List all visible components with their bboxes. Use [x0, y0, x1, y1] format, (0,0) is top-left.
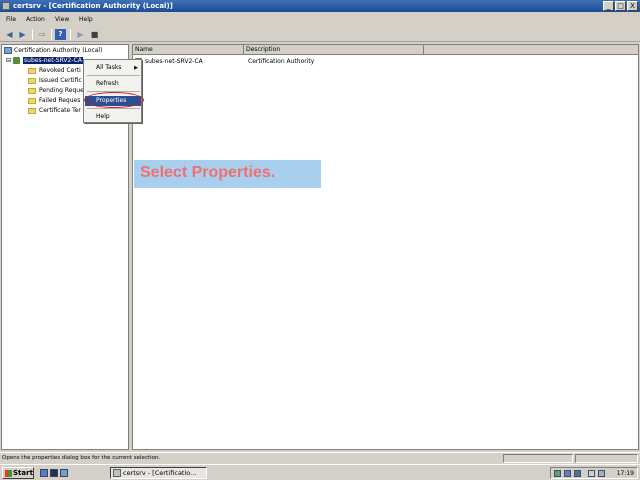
maximize-button[interactable]: □ — [615, 1, 626, 11]
menu-help[interactable]: Help — [79, 16, 93, 24]
export-list-icon[interactable]: ⇨ — [37, 29, 48, 40]
tree-item-root[interactable]: Certification Authority (Local) — [4, 46, 102, 56]
list-item[interactable]: subes-net-SRV2-CA — [135, 57, 203, 67]
context-item-all-tasks[interactable]: All Tasks ▶ — [85, 63, 141, 73]
expand-minus-icon[interactable]: ⊟ — [6, 57, 11, 64]
column-header-description[interactable]: Description — [244, 45, 424, 55]
show-desktop-icon[interactable] — [60, 469, 68, 477]
title-bar: certsrv - [Certification Authority (Loca… — [0, 0, 640, 12]
instruction-text: Select Properties. — [140, 164, 276, 181]
start-button[interactable]: Start — [2, 467, 34, 479]
status-bar: Opens the properties dialog box for the … — [0, 452, 640, 463]
tree-item-failed[interactable]: Failed Reques — [28, 96, 80, 106]
context-item-help[interactable]: Help — [85, 112, 141, 122]
highlight-ring — [84, 92, 144, 108]
ca-server-icon — [13, 57, 21, 64]
tree-item-ca[interactable]: ⊟ subes-net-SRV2-CA — [6, 56, 83, 66]
column-header-filler — [424, 45, 638, 55]
taskbar: Start certsrv - [Certificatio... 17:19 — [0, 464, 640, 480]
toolbar-separator — [51, 29, 52, 40]
tray-icon[interactable] — [588, 470, 595, 477]
minimize-button[interactable]: _ — [603, 1, 614, 11]
list-item-description: Certification Authority — [248, 58, 315, 65]
certification-authority-icon — [4, 47, 12, 54]
toolbar-separator — [32, 29, 33, 40]
submenu-arrow-icon: ▶ — [134, 65, 138, 71]
close-button[interactable]: X — [627, 1, 638, 11]
column-header-name[interactable]: Name — [133, 45, 244, 55]
menu-view[interactable]: View — [55, 16, 69, 24]
details-list: Name Description subes-net-SRV2-CA Certi… — [132, 44, 639, 450]
forward-arrow-icon[interactable]: ▶ — [17, 29, 28, 40]
system-tray: 17:19 — [550, 467, 638, 479]
status-text: Opens the properties dialog box for the … — [2, 455, 161, 461]
display-icon[interactable] — [574, 470, 581, 477]
monitor-icon[interactable] — [564, 470, 571, 477]
folder-icon — [28, 87, 36, 94]
tree-item-templates[interactable]: Certificate Ter — [28, 106, 81, 116]
menu-file[interactable]: File — [6, 16, 16, 24]
menu-bar: File Action View Help — [0, 14, 640, 26]
status-panel — [575, 454, 638, 463]
windows-logo-icon — [5, 470, 12, 477]
app-icon — [113, 469, 121, 477]
folder-icon — [28, 67, 36, 74]
instruction-callout: Select Properties. — [134, 160, 321, 188]
powershell-icon[interactable] — [50, 469, 58, 477]
menu-separator — [87, 108, 140, 109]
menu-action[interactable]: Action — [26, 16, 45, 24]
toolbar-separator — [70, 29, 71, 40]
folder-icon — [28, 97, 36, 104]
tree-item-revoked[interactable]: Revoked Certi — [28, 66, 81, 76]
tree-item-pending[interactable]: Pending Reque — [28, 86, 84, 96]
window-title: certsrv - [Certification Authority (Loca… — [13, 2, 173, 10]
context-item-refresh[interactable]: Refresh — [85, 79, 141, 89]
window-controls: _ □ X — [603, 1, 638, 11]
back-arrow-icon[interactable]: ◀ — [4, 29, 15, 40]
clock: 17:19 — [616, 470, 634, 477]
folder-icon — [28, 107, 36, 114]
tree-item-issued[interactable]: Issued Certific — [28, 76, 82, 86]
status-panel — [503, 454, 573, 463]
stop-service-icon[interactable]: ■ — [89, 29, 100, 40]
volume-icon[interactable] — [598, 470, 605, 477]
start-service-icon[interactable]: ▶ — [75, 29, 86, 40]
context-menu: All Tasks ▶ Refresh Properties Help — [83, 59, 142, 123]
menu-separator — [87, 75, 140, 76]
help-icon[interactable]: ? — [55, 29, 66, 40]
server-manager-icon[interactable] — [40, 469, 48, 477]
app-icon — [2, 2, 10, 10]
network-icon[interactable] — [554, 470, 561, 477]
taskbar-item-certsrv[interactable]: certsrv - [Certificatio... — [110, 467, 207, 479]
toolbar: ◀ ▶ ⇨ ? ▶ ■ — [0, 27, 640, 42]
folder-icon — [28, 77, 36, 84]
